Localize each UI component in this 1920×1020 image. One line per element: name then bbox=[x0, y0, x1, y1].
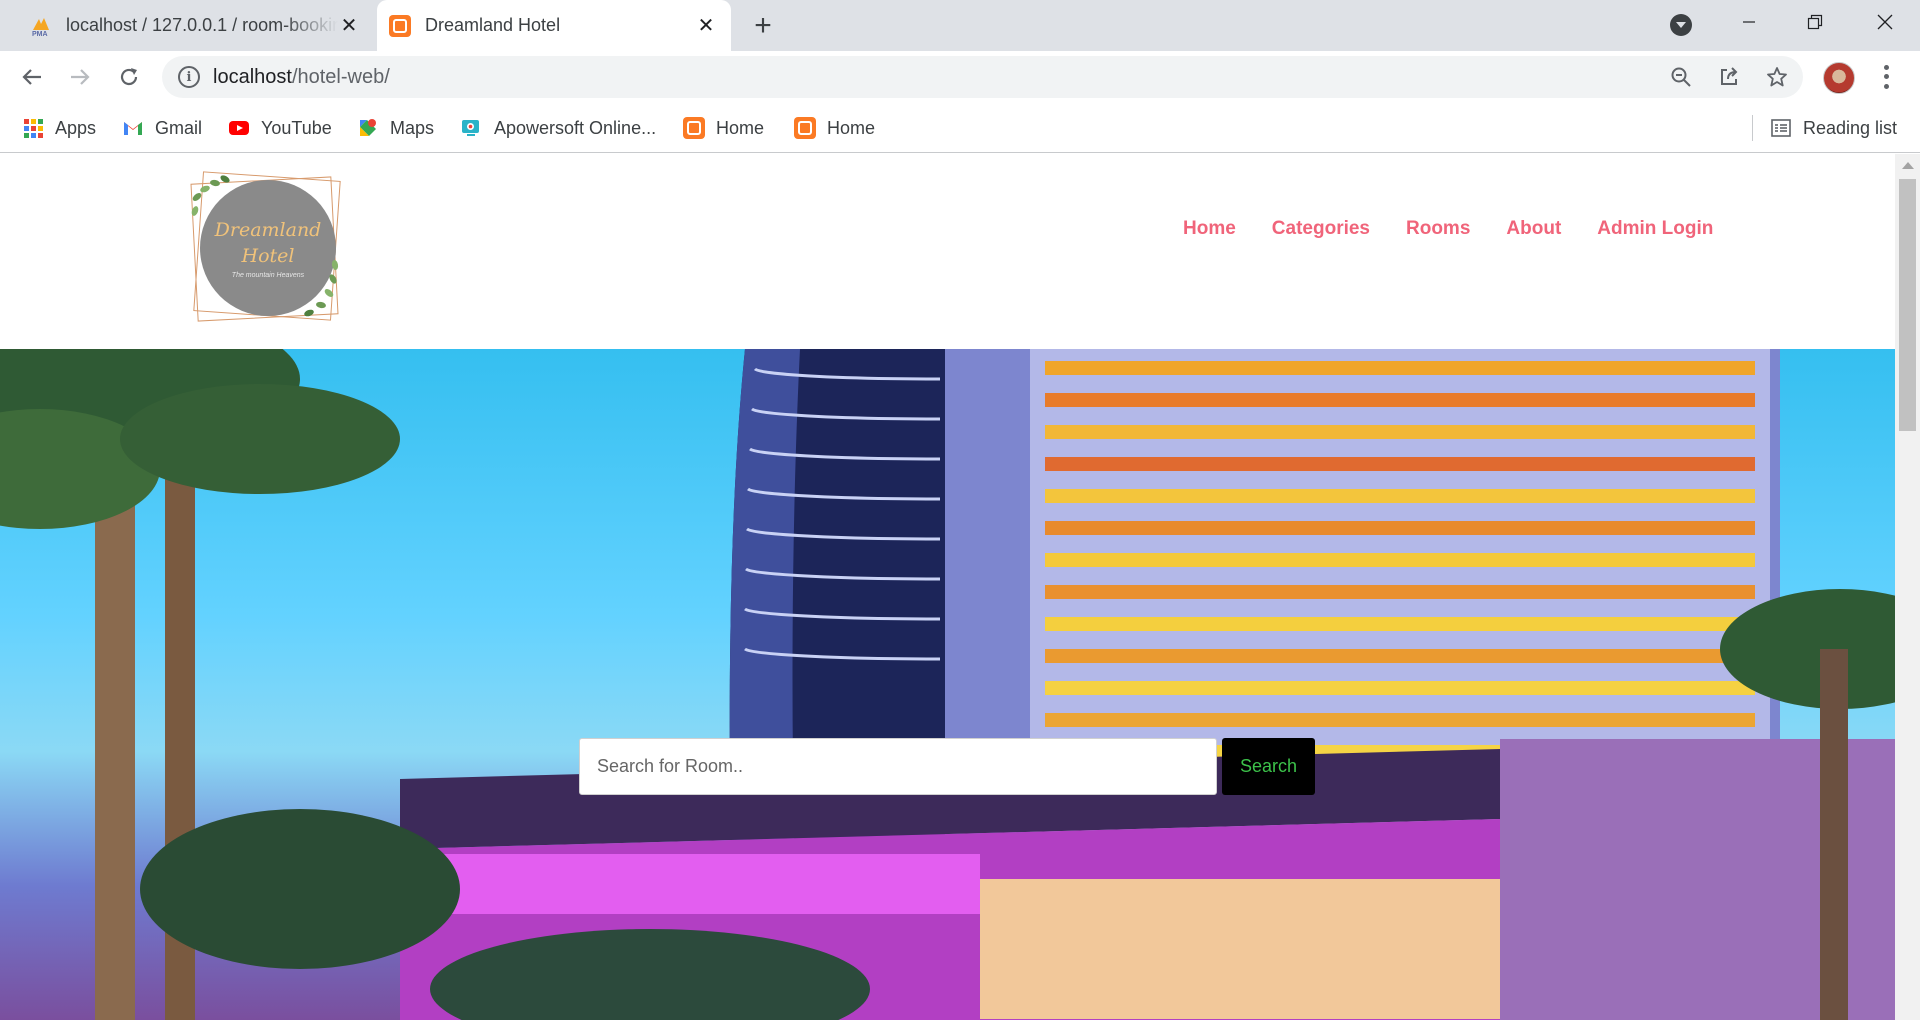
bookmark-label: Maps bbox=[390, 117, 435, 138]
new-tab-icon[interactable]: + bbox=[748, 11, 778, 41]
svg-text:PMA: PMA bbox=[32, 31, 48, 37]
nav-home-link[interactable]: Home bbox=[1183, 218, 1236, 240]
logo-circle: Dreamland Hotel The mountain Heavens bbox=[200, 180, 336, 316]
logo-text: Dreamland bbox=[214, 219, 322, 241]
youtube-icon bbox=[229, 121, 249, 135]
phpmyadmin-icon: PMA bbox=[32, 17, 49, 37]
gmail-icon bbox=[124, 122, 142, 135]
tab-close-icon[interactable]: ✕ bbox=[338, 15, 360, 37]
scrollbar-thumb[interactable] bbox=[1899, 179, 1916, 431]
bookmark-apowersoft[interactable]: Apowersoft Online... bbox=[461, 115, 656, 141]
xampp-icon bbox=[389, 14, 411, 37]
tab-dreamland-hotel[interactable]: Dreamland Hotel ✕ bbox=[377, 0, 731, 51]
browser-menu-icon[interactable] bbox=[1876, 63, 1896, 91]
room-search-input[interactable]: Search for Room.. bbox=[579, 738, 1217, 795]
nav-about-link[interactable]: About bbox=[1506, 218, 1561, 240]
hero-banner: Search for Room.. Search bbox=[0, 349, 1895, 1020]
reading-list-button[interactable]: Reading list bbox=[1770, 115, 1897, 141]
bookmarks-bar: Apps Gmail YouTube Maps Apowersoft Onlin… bbox=[0, 103, 1920, 153]
site-header: Dreamland Hotel The mountain Heavens Hom… bbox=[0, 154, 1895, 349]
logo-tagline: The mountain Heavens bbox=[231, 272, 305, 279]
site-info-icon[interactable]: i bbox=[178, 66, 200, 88]
window-close-icon[interactable] bbox=[1852, 0, 1918, 44]
site-logo[interactable]: Dreamland Hotel The mountain Heavens bbox=[190, 171, 344, 324]
site-nav: Home Categories Rooms About Admin Login bbox=[1183, 218, 1749, 240]
tab-strip: PMA localhost / 127.0.0.1 / room-booking… bbox=[0, 0, 1920, 51]
scroll-up-arrow-icon[interactable] bbox=[1902, 162, 1914, 169]
bookmark-youtube[interactable]: YouTube bbox=[228, 115, 332, 141]
tab-close-icon[interactable]: ✕ bbox=[695, 15, 717, 37]
reading-list-label: Reading list bbox=[1803, 117, 1898, 138]
bookmark-label: YouTube bbox=[261, 117, 332, 138]
apps-grid-icon bbox=[22, 117, 44, 139]
apowersoft-icon bbox=[462, 120, 479, 136]
share-icon[interactable] bbox=[1717, 65, 1741, 89]
logo-text: Hotel bbox=[241, 245, 295, 267]
address-bar[interactable]: i localhost/hotel-web/ bbox=[162, 56, 1803, 98]
address-url[interactable]: localhost/hotel-web/ bbox=[213, 66, 390, 89]
zoom-out-icon[interactable] bbox=[1669, 65, 1693, 89]
bookmark-label: Home bbox=[716, 117, 765, 138]
hotel-building-image bbox=[0, 349, 1895, 1020]
maps-icon bbox=[360, 119, 376, 136]
nav-rooms-link[interactable]: Rooms bbox=[1406, 218, 1470, 240]
bookmark-star-icon[interactable] bbox=[1765, 65, 1789, 89]
bookmark-maps[interactable]: Maps bbox=[357, 115, 434, 141]
tab-title: Dreamland Hotel bbox=[425, 15, 561, 35]
search-button[interactable]: Search bbox=[1222, 738, 1315, 795]
bookmark-label: Home bbox=[827, 117, 876, 138]
bookmark-label: Apps bbox=[55, 117, 97, 138]
tab-phpmyadmin[interactable]: PMA localhost / 127.0.0.1 / room-booking… bbox=[12, 0, 374, 51]
reload-icon[interactable] bbox=[113, 61, 145, 93]
xampp-icon bbox=[683, 117, 705, 139]
reading-list-icon bbox=[1771, 119, 1791, 137]
browser-toolbar: i localhost/hotel-web/ bbox=[0, 51, 1920, 103]
bookmark-label: Gmail bbox=[155, 117, 203, 138]
nav-admin-login-link[interactable]: Admin Login bbox=[1597, 218, 1713, 240]
back-arrow-icon[interactable] bbox=[16, 61, 48, 93]
bookmark-home[interactable]: Home bbox=[794, 115, 875, 141]
tab-search-icon[interactable] bbox=[1670, 14, 1692, 36]
profile-avatar[interactable] bbox=[1823, 62, 1855, 94]
tab-title: localhost / 127.0.0.1 / room-booking bbox=[66, 15, 338, 35]
nav-categories-link[interactable]: Categories bbox=[1272, 218, 1370, 240]
page-viewport: Dreamland Hotel The mountain Heavens Hom… bbox=[0, 154, 1895, 1020]
bookmark-label: Apowersoft Online... bbox=[494, 117, 657, 138]
minimize-icon[interactable] bbox=[1716, 0, 1782, 44]
bookmark-home[interactable]: Home bbox=[683, 115, 764, 141]
restore-icon[interactable] bbox=[1782, 0, 1848, 44]
bookmark-separator bbox=[1752, 115, 1753, 141]
bookmark-apps[interactable]: Apps bbox=[22, 115, 96, 141]
forward-arrow-icon[interactable] bbox=[64, 61, 96, 93]
bookmark-gmail[interactable]: Gmail bbox=[122, 115, 202, 141]
xampp-icon bbox=[794, 117, 816, 139]
page-scrollbar[interactable] bbox=[1895, 154, 1920, 1020]
